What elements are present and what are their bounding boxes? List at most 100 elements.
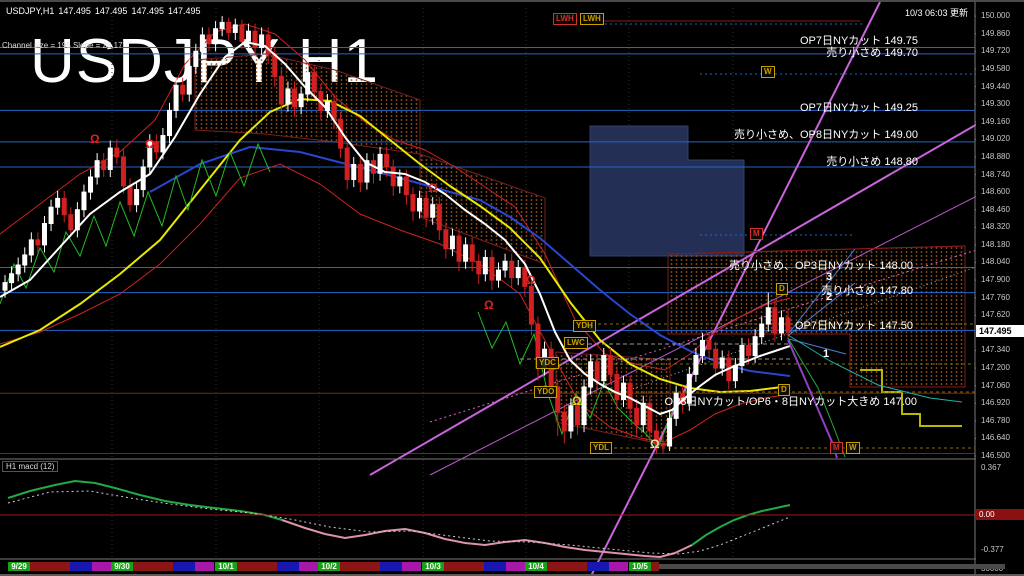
price-tick-label: 150.000 bbox=[981, 12, 1010, 20]
session-segment-s1 bbox=[237, 562, 277, 571]
session-date-label: 10/4 bbox=[525, 562, 547, 571]
channel-info-label: Channel size = 195 Slope = 26.17 bbox=[2, 41, 123, 50]
pivot-label-ydh: YDH bbox=[573, 320, 596, 332]
price-tick-label: 147.760 bbox=[981, 294, 1010, 302]
session-date-label: 10/2 bbox=[318, 562, 340, 571]
macd-scale-top: 0.367 bbox=[981, 464, 1001, 472]
pivot-label-lwc: LWC bbox=[564, 337, 588, 349]
session-segment-s3 bbox=[195, 562, 214, 571]
session-segment-s1 bbox=[547, 562, 587, 571]
op-level-label: 売り小さめ 148.80 bbox=[826, 153, 918, 169]
op-level-label: 売り小さめ 149.70 bbox=[826, 44, 918, 60]
macd-green-a bbox=[8, 481, 282, 520]
session-segment-s3 bbox=[299, 562, 318, 571]
pivot-label-w: W bbox=[761, 66, 775, 78]
session-segment-s1 bbox=[30, 562, 70, 571]
ohlc-header: USDJPY,H1147.495147.495147.495147.495 bbox=[6, 6, 209, 16]
session-date-label: 9/30 bbox=[111, 562, 133, 571]
ohlc-value: 147.495 bbox=[95, 6, 128, 16]
session-segment-s2 bbox=[173, 562, 195, 571]
session-date-label: 10/3 bbox=[422, 562, 444, 571]
macd-scale-bottom: -0.377 bbox=[981, 546, 1004, 554]
omega-signal-icon: Ω bbox=[484, 299, 494, 311]
macd-green-b bbox=[692, 505, 790, 545]
ohlc-value: 147.495 bbox=[168, 6, 201, 16]
zigzag-green-1 bbox=[0, 144, 270, 304]
mt4-chart-window: USDJPY H1 USDJPY,H1147.495147.495147.495… bbox=[0, 0, 1024, 576]
op-level-label: OP7日NYカット 147.50 bbox=[795, 317, 913, 333]
ohlc-value: 147.495 bbox=[58, 6, 91, 16]
pivot-label-m: M bbox=[830, 442, 843, 454]
price-tick-label: 149.580 bbox=[981, 65, 1010, 73]
session-segment-s3 bbox=[506, 562, 525, 571]
macd-zero-box: 0.00 bbox=[976, 509, 1024, 520]
price-tick-label: 149.440 bbox=[981, 83, 1010, 91]
price-tick-label: 147.340 bbox=[981, 346, 1010, 354]
session-segment-s1 bbox=[133, 562, 173, 571]
session-date-label: 9/29 bbox=[8, 562, 30, 571]
pivot-label-ydl: YDL bbox=[590, 442, 612, 454]
price-tick-label: 148.460 bbox=[981, 206, 1010, 214]
session-segment-s2 bbox=[277, 562, 299, 571]
price-tick-label: 148.880 bbox=[981, 153, 1010, 161]
macd-pink bbox=[282, 520, 692, 557]
session-date-label: 10/1 bbox=[215, 562, 237, 571]
session-bar-track bbox=[659, 564, 1005, 569]
session-segment-s2 bbox=[484, 562, 506, 571]
pivot-label-w: W bbox=[846, 442, 860, 454]
price-tick-label: 149.300 bbox=[981, 100, 1010, 108]
omega-signal-icon: Ω bbox=[428, 182, 438, 194]
wave-count-label: 3 bbox=[826, 271, 832, 283]
pivot-label-lwh: LWH bbox=[553, 13, 577, 25]
session-segment-s1 bbox=[444, 562, 484, 571]
price-tick-label: 147.200 bbox=[981, 364, 1010, 372]
session-segment-s3 bbox=[609, 562, 628, 571]
session-segment-s1 bbox=[340, 562, 380, 571]
wave-count-label: 2 bbox=[826, 291, 832, 303]
session-indicator-bar: 9/29 9/30 10/1 10/2 10/3 10/4 10/5 bbox=[0, 561, 976, 574]
pivot-label-ydo: YDO bbox=[534, 386, 557, 398]
price-tick-label: 146.500 bbox=[981, 452, 1010, 460]
op-level-label: 売り小さめ、OP8日NYカット 149.00 bbox=[734, 126, 918, 142]
price-tick-label: 148.600 bbox=[981, 188, 1010, 196]
price-tick-label: 146.640 bbox=[981, 434, 1010, 442]
op-level-label: OP3日NYカット/OP6・8日NYカット大きめ 147.00 bbox=[665, 393, 917, 409]
price-tick-label: 148.740 bbox=[981, 171, 1010, 179]
ohlc-values: 147.495147.495147.495147.495 bbox=[58, 6, 204, 16]
price-tick-label: 146.780 bbox=[981, 417, 1010, 425]
symbol-period-label: USDJPY,H1 bbox=[6, 6, 54, 16]
session-date-label: 10/5 bbox=[629, 562, 651, 571]
session-segment-s2 bbox=[380, 562, 402, 571]
price-tick-label: 147.060 bbox=[981, 382, 1010, 390]
session-segment-s1 bbox=[651, 562, 659, 571]
wave-count-label: 1 bbox=[823, 348, 829, 360]
omega-signal-icon: Ω bbox=[90, 133, 100, 145]
session-segment-s3 bbox=[402, 562, 421, 571]
session-segment-s2 bbox=[587, 562, 609, 571]
price-tick-label: 148.040 bbox=[981, 258, 1010, 266]
macd-indicator-label: H1 macd (12) bbox=[2, 461, 58, 472]
omega-signal-icon: Ω bbox=[572, 395, 582, 407]
omega-signal-icon: Ω bbox=[145, 138, 155, 150]
omega-signal-icon: Ω bbox=[526, 274, 536, 286]
price-tick-label: 148.320 bbox=[981, 223, 1010, 231]
price-tick-label: 149.860 bbox=[981, 30, 1010, 38]
price-tick-label: 149.020 bbox=[981, 135, 1010, 143]
price-tick-label: 149.720 bbox=[981, 47, 1010, 55]
session-segment-s2 bbox=[70, 562, 92, 571]
pivot-label-d: D bbox=[778, 384, 790, 396]
session-segment-s3 bbox=[92, 562, 111, 571]
update-time-label: 10/3 06:03 更新 bbox=[905, 6, 968, 19]
macd-signal bbox=[8, 491, 790, 554]
ohlc-value: 147.495 bbox=[131, 6, 164, 16]
current-price-box: 147.495 bbox=[976, 325, 1024, 337]
price-tick-label: 147.900 bbox=[981, 276, 1010, 284]
price-tick-label: 147.620 bbox=[981, 311, 1010, 319]
pivot-label-d: D bbox=[776, 283, 788, 295]
omega-signal-icon: Ω bbox=[650, 438, 660, 450]
price-tick-label: 146.920 bbox=[981, 399, 1010, 407]
price-axis[interactable]: 150.000 149.860 149.720 149.580 149.440 149.3… bbox=[976, 2, 1024, 576]
price-tick-label: 148.180 bbox=[981, 241, 1010, 249]
pivot-label-lwh: LWH bbox=[580, 13, 604, 25]
op-level-label: 売り小さめ 147.80 bbox=[821, 282, 913, 298]
